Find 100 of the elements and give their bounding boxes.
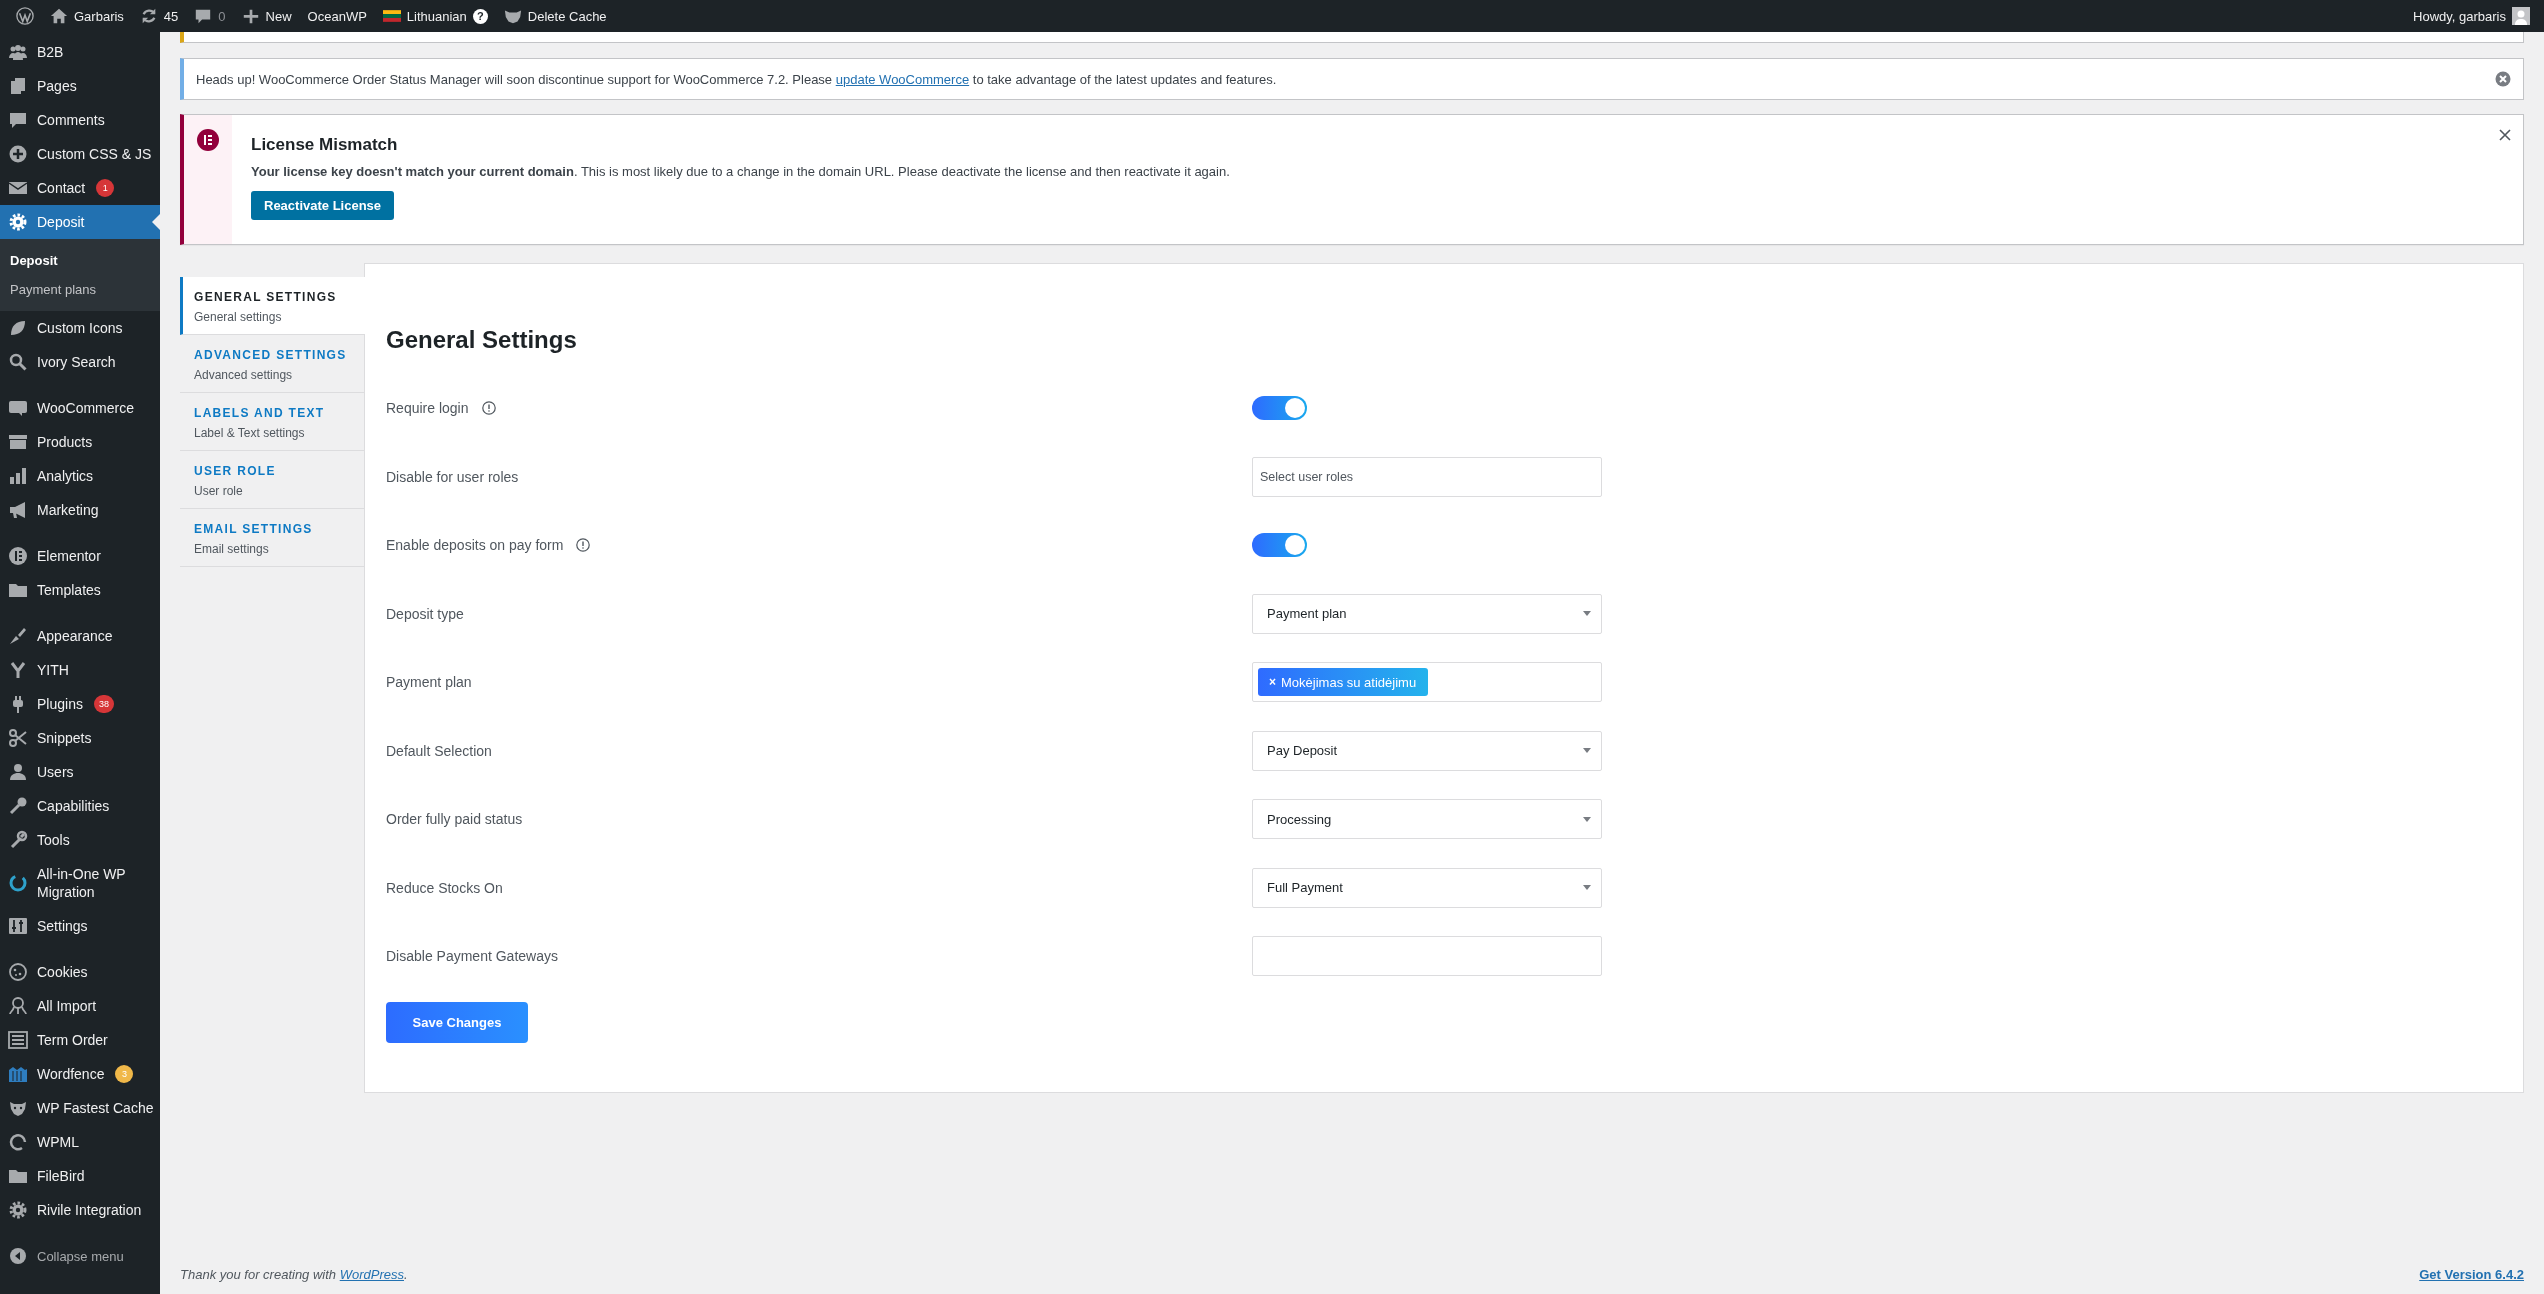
comment-icon (194, 7, 213, 25)
logo-icon (197, 129, 219, 151)
field-label: Default Selection (386, 742, 492, 759)
cookie-icon (8, 962, 28, 982)
ring-icon (8, 873, 28, 893)
leaf-icon (8, 318, 28, 338)
pages-icon (8, 76, 28, 96)
menu-item[interactable]: Deposit (0, 205, 160, 239)
menu-item[interactable]: Comments (0, 103, 160, 137)
account-link[interactable]: Howdy, garbaris (2405, 0, 2538, 32)
comments-link[interactable]: 0 (186, 0, 234, 32)
megaphone-icon (8, 500, 28, 520)
select-dropdown[interactable]: Processing (1252, 799, 1602, 840)
menu-item[interactable]: Analytics (0, 459, 160, 493)
reactivate-button[interactable]: Reactivate License (251, 191, 395, 220)
menu-item[interactable]: FileBird (0, 1159, 160, 1193)
menu-item[interactable]: Rivile Integration (0, 1193, 160, 1227)
brush-icon (8, 626, 28, 646)
notice-text: Heads up! WooCommerce Order Status Manager will soon discontinue support for WooCommerce 7.2. Please update WooCommerce to take advantage of the latest updates and features. (196, 71, 1278, 87)
menu-item[interactable]: Pages (0, 69, 160, 103)
help-badge: ? (472, 8, 488, 24)
plus-circle-icon (8, 144, 28, 164)
cache-link[interactable]: Delete Cache (495, 0, 615, 32)
menu-item[interactable]: B2B (0, 35, 160, 69)
caret-icon (1583, 885, 1591, 891)
settings-tab[interactable]: GENERAL SETTINGS General settings (180, 277, 365, 335)
submenu-item[interactable]: Deposit (0, 246, 160, 275)
arrow-circle-icon (8, 1246, 28, 1266)
letter-e-circle-icon (8, 546, 28, 566)
field-label: Reduce Stocks On (386, 879, 503, 896)
menu-item[interactable]: Custom Icons (0, 311, 160, 345)
submenu-item[interactable]: Payment plans (0, 275, 160, 304)
wordpress-link[interactable]: WordPress (339, 1267, 404, 1282)
tag-field[interactable]: × Mokėjimas su atidėjimu (1252, 662, 1602, 703)
multi-select-field[interactable] (1252, 936, 1602, 977)
menu-item[interactable]: Settings (0, 909, 160, 943)
close-icon[interactable] (2499, 129, 2511, 141)
menu-item[interactable]: All Import (0, 989, 160, 1023)
notice-text: Your license key doesn't match your current domain. This is most likely due to a change in the domain URL. Please deactivate the license and then reactivate it again. (251, 164, 1231, 179)
speech-bubble-icon (8, 110, 28, 130)
menu-item[interactable]: WooCommerce (0, 391, 160, 425)
menu-item[interactable]: Snippets (0, 721, 160, 755)
field-label: Order fully paid status (386, 811, 523, 828)
key-icon (8, 796, 28, 816)
menu-item[interactable]: Products (0, 425, 160, 459)
theme-link[interactable]: OceanWP (299, 0, 375, 32)
menu-item[interactable]: Ivory Search (0, 345, 160, 379)
exclamation-circle-icon (481, 401, 496, 416)
magnifier-icon (8, 352, 28, 372)
toggle-switch[interactable] (1252, 396, 1307, 421)
menu-item[interactable]: Appearance (0, 619, 160, 653)
menu-item[interactable]: Plugins 38 (0, 687, 160, 721)
octopus-icon (8, 996, 28, 1016)
menu-item[interactable]: Tools (0, 823, 160, 857)
menu-item[interactable]: Capabilities (0, 789, 160, 823)
home-icon (50, 7, 68, 25)
notice-title: License Mismatch (251, 135, 399, 155)
field-label: Deposit type (386, 605, 464, 622)
bar-chart-icon (8, 466, 28, 486)
open-ring-icon (8, 1132, 28, 1152)
field-label: Require login (386, 400, 469, 417)
select-dropdown[interactable]: Payment plan (1252, 593, 1602, 634)
menu-item[interactable]: Contact 1 (0, 171, 160, 205)
fence-icon (8, 1064, 28, 1084)
person-icon (8, 762, 28, 782)
new-link[interactable]: New (233, 0, 300, 32)
remove-tag-button[interactable]: × (1269, 675, 1276, 690)
menu-item[interactable]: WP Fastest Cache (0, 1091, 160, 1125)
caret-icon (1583, 816, 1591, 822)
select-dropdown[interactable]: Full Payment (1252, 867, 1602, 908)
save-button[interactable]: Save Changes (386, 1001, 528, 1043)
close-icon[interactable] (2495, 71, 2511, 87)
menu-item[interactable]: Users (0, 755, 160, 789)
tag-label: Mokėjimas su atidėjimu (1281, 674, 1417, 690)
menu-item[interactable]: Marketing (0, 493, 160, 527)
field-label: Enable deposits on pay form (386, 537, 564, 554)
menu-item[interactable]: Templates (0, 573, 160, 607)
wrench-icon (8, 830, 28, 850)
logo-icon (16, 7, 34, 25)
menu-item[interactable]: Custom CSS & JS (0, 137, 160, 171)
collapse-menu-button[interactable]: Collapse menu (0, 1239, 160, 1273)
menu-item[interactable]: YITH (0, 653, 160, 687)
menu-item[interactable]: Elementor (0, 539, 160, 573)
language-link[interactable]: Lithuanian ? (374, 0, 496, 32)
update-link[interactable]: update WooCommerce (835, 71, 970, 87)
multi-select-field[interactable]: Select user roles (1252, 456, 1602, 497)
field-label: Disable Payment Gateways (386, 948, 558, 965)
menu-item[interactable]: Term Order (0, 1023, 160, 1057)
site-link[interactable]: Garbaris (42, 0, 132, 32)
select-dropdown[interactable]: Pay Deposit (1252, 730, 1602, 771)
caret-icon (1583, 748, 1591, 754)
version-link[interactable]: Get Version 6.4.2 (2419, 1267, 2524, 1282)
menu-item[interactable]: WPML (0, 1125, 160, 1159)
menu-item[interactable]: Wordfence 3 (0, 1057, 160, 1091)
menu-item[interactable]: All-in-One WP Migration (0, 857, 160, 909)
menu-item[interactable]: Cookies (0, 955, 160, 989)
people-icon (8, 42, 28, 62)
updates-link[interactable]: 45 (131, 0, 187, 32)
scissors-icon (8, 728, 28, 748)
toggle-switch[interactable] (1252, 533, 1307, 558)
